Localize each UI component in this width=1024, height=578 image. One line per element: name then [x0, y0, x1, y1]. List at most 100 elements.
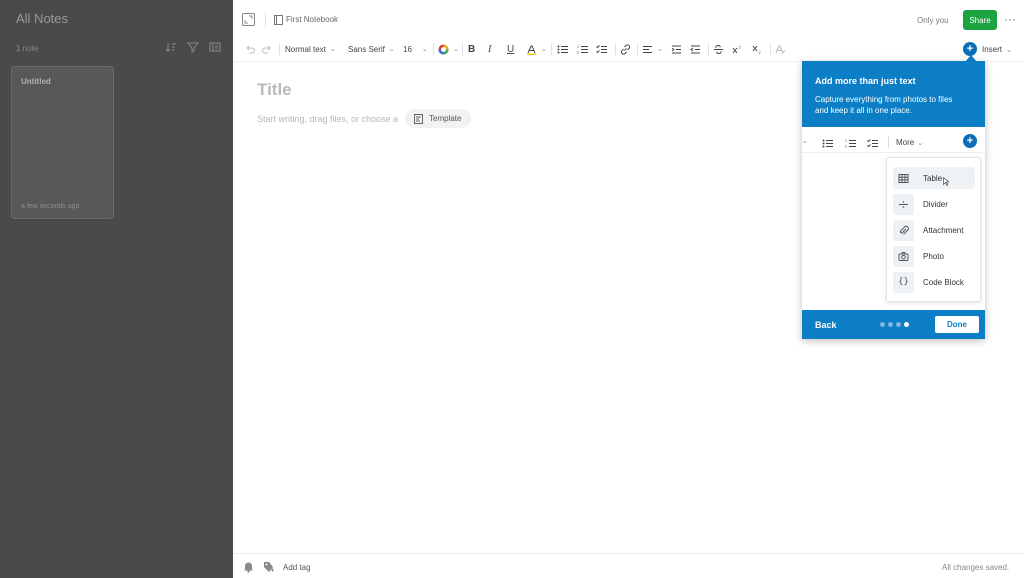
svg-text:2: 2	[845, 145, 847, 149]
chevron-down-icon: ⌄	[541, 46, 547, 53]
chevron-down-icon: ⌄	[329, 46, 336, 53]
redo-icon[interactable]	[262, 39, 273, 59]
strikethrough-icon[interactable]	[713, 39, 724, 59]
mouse-cursor-icon	[943, 177, 949, 186]
notebook-name[interactable]: First Notebook	[286, 15, 338, 24]
italic-icon[interactable]: I	[488, 39, 491, 59]
note-card-title: Untitled	[21, 77, 51, 86]
table-icon	[893, 168, 914, 189]
expand-icon[interactable]	[242, 13, 255, 26]
outdent-icon[interactable]	[690, 39, 701, 59]
text-style-dropdown[interactable]: Normal text ⌄	[285, 39, 336, 59]
note-title-input[interactable]: Title	[257, 80, 292, 100]
sort-icon[interactable]	[165, 41, 177, 53]
notebook-icon	[274, 15, 283, 25]
header-divider	[265, 13, 266, 27]
insert-onboarding-popover: Add more than just text Capture everythi…	[802, 61, 985, 339]
menu-item-label: Photo	[923, 251, 944, 261]
insert-plus-icon[interactable]: +	[963, 42, 977, 56]
undo-icon[interactable]	[244, 39, 255, 59]
chevron-down-icon: ⌄	[1006, 47, 1012, 54]
svg-text:2: 2	[759, 50, 762, 55]
indent-icon[interactable]	[671, 39, 682, 59]
code-icon: {}	[893, 271, 914, 293]
template-button[interactable]: Template	[405, 109, 471, 128]
done-button[interactable]: Done	[935, 316, 979, 333]
highlight-icon[interactable]: ⌄	[526, 39, 547, 59]
svg-text:2: 2	[577, 50, 579, 54]
subscript-icon[interactable]: 2	[752, 39, 763, 59]
numbered-list-icon: 12	[845, 136, 856, 154]
menu-item-attachment[interactable]: Attachment	[893, 219, 975, 241]
bullet-list-icon	[822, 136, 833, 154]
chevron-down-icon: ⌄	[388, 46, 395, 53]
note-list-title: All Notes	[16, 11, 69, 26]
filter-icon[interactable]	[187, 41, 199, 53]
chevron-down-icon: ⌄	[802, 138, 808, 145]
link-icon[interactable]	[620, 39, 631, 59]
clear-formatting-icon[interactable]	[775, 39, 786, 59]
popover-title: Add more than just text	[815, 76, 916, 86]
bold-icon[interactable]: B	[468, 39, 475, 59]
menu-item-table[interactable]: Table	[893, 167, 975, 189]
paperclip-icon	[893, 219, 914, 241]
insert-menu: Table Divider Attachment Photo {} Code B…	[886, 157, 981, 302]
insert-dropdown[interactable]: Insert ⌄	[982, 45, 1012, 54]
checklist-icon	[867, 136, 878, 154]
popover-toolbar-divider	[888, 136, 889, 148]
align-icon[interactable]: ⌄	[642, 39, 663, 59]
font-size-dropdown[interactable]: 16 ⌄	[403, 39, 428, 59]
note-body-input[interactable]: Start writing, drag files, or choose a	[257, 114, 398, 124]
more-options-icon[interactable]: ···	[1004, 12, 1016, 26]
chevron-down-icon: ⌄	[917, 140, 924, 147]
menu-item-label: Code Block	[923, 277, 964, 287]
step-indicator	[880, 322, 909, 327]
camera-icon	[893, 245, 914, 267]
text-color-picker[interactable]: ⌄	[438, 39, 459, 59]
note-list-actions	[165, 41, 221, 53]
popover-toolbar-preview: ⌄ 12 More ⌄ +	[802, 131, 985, 153]
divider-icon	[893, 193, 914, 215]
chevron-down-icon: ⌄	[421, 46, 428, 53]
save-status: All changes saved.	[942, 563, 1010, 572]
step-dot	[896, 322, 901, 327]
note-count: 1 note	[16, 44, 39, 53]
superscript-icon[interactable]: 2	[732, 39, 743, 59]
template-label: Template	[429, 114, 462, 123]
add-tag-input[interactable]: Add tag	[283, 563, 311, 572]
menu-item-label: Table	[923, 173, 943, 183]
tag-icon[interactable]	[263, 561, 274, 573]
more-label: More	[896, 138, 915, 147]
font-dropdown[interactable]: Sans Serif ⌄	[348, 39, 395, 59]
menu-item-code-block[interactable]: {} Code Block	[893, 271, 975, 293]
underline-icon[interactable]: U	[507, 39, 514, 59]
view-options-icon[interactable]	[209, 41, 221, 53]
popover-header: Add more than just text Capture everythi…	[802, 61, 985, 127]
note-list-panel: All Notes 1 note Untitled a few seconds …	[0, 0, 233, 578]
step-dot-active	[904, 322, 909, 327]
note-card[interactable]: Untitled a few seconds ago	[11, 66, 114, 219]
share-button[interactable]: Share	[963, 10, 997, 30]
svg-text:1: 1	[845, 139, 847, 143]
color-wheel-icon	[438, 44, 449, 54]
chevron-down-icon: ⌄	[453, 46, 459, 53]
menu-item-label: Divider	[923, 199, 948, 209]
menu-item-label: Attachment	[923, 225, 964, 235]
popover-footer: Back Done	[802, 310, 985, 339]
step-dot	[888, 322, 893, 327]
step-dot	[880, 322, 885, 327]
more-dropdown: More ⌄	[896, 138, 923, 147]
menu-item-photo[interactable]: Photo	[893, 245, 975, 267]
menu-item-divider[interactable]: Divider	[893, 193, 975, 215]
reminder-bell-icon[interactable]	[243, 561, 254, 573]
bullet-list-icon[interactable]	[557, 39, 568, 59]
svg-text:1: 1	[577, 45, 579, 49]
insert-plus-icon: +	[963, 134, 977, 148]
formatting-toolbar: Normal text ⌄ Sans Serif ⌄ 16 ⌄ ⌄ B I U ⌄ 1…	[240, 39, 1024, 59]
checklist-icon[interactable]	[596, 39, 607, 59]
footer-divider	[233, 553, 1024, 554]
back-button[interactable]: Back	[815, 320, 837, 330]
note-card-time: a few seconds ago	[21, 203, 80, 210]
numbered-list-icon[interactable]: 12	[577, 39, 588, 59]
text-style-label: Normal text	[285, 44, 326, 54]
